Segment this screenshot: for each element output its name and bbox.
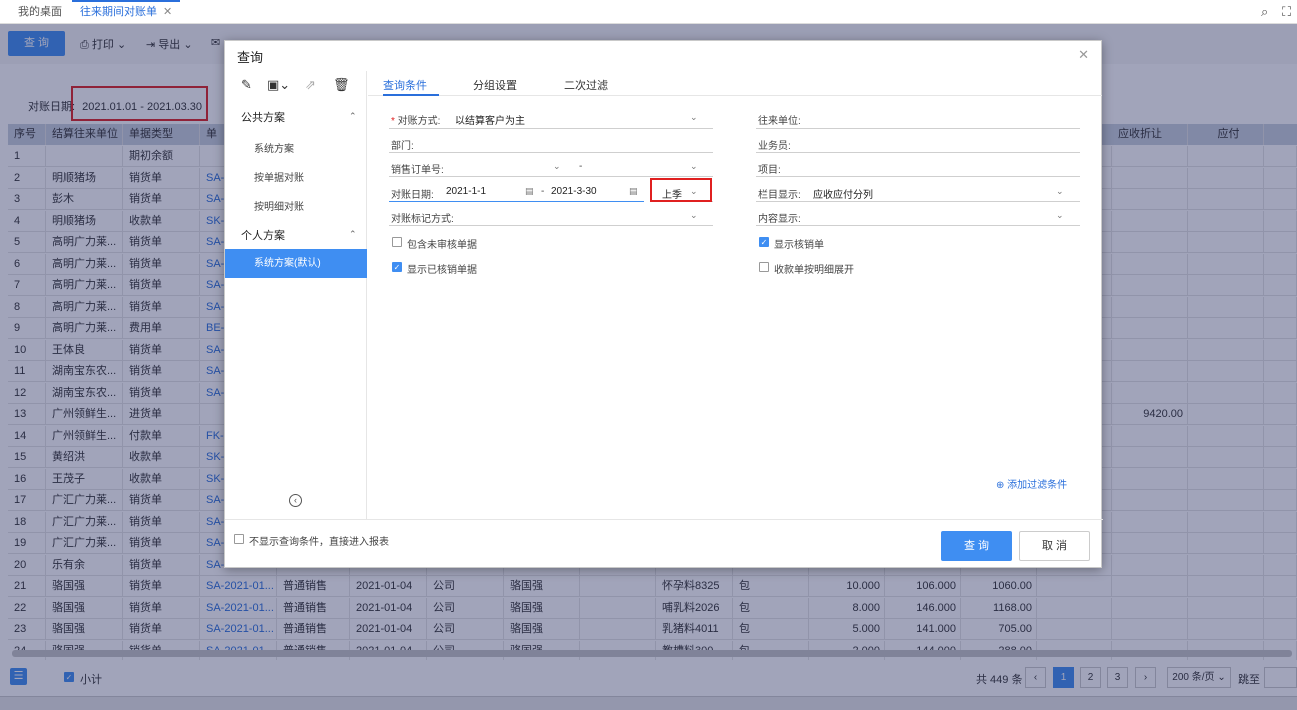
active-tab-underline — [383, 94, 439, 96]
scheme-item-by-document[interactable]: 按单据对账 — [254, 169, 304, 184]
scheme-item-system[interactable]: 系统方案 — [254, 140, 294, 155]
recon-method-underline — [389, 128, 713, 129]
share-icon[interactable]: ⇗ — [305, 77, 316, 93]
collapse-sidebar-icon[interactable]: ‹ — [289, 494, 302, 507]
plus-circle-icon: ⊕ — [996, 480, 1005, 491]
tab-group-settings[interactable]: 分组设置 — [473, 77, 517, 93]
public-scheme-group[interactable]: 公共方案 — [241, 109, 285, 125]
column-display-underline — [756, 201, 1080, 202]
skip-conditions-checkbox[interactable] — [234, 534, 244, 544]
mark-label: 对账标记方式: — [391, 214, 454, 225]
dept-label: 部门: — [391, 141, 414, 152]
order-input[interactable] — [389, 176, 713, 177]
tab-reconciliation-label: 往来期间对账单 — [80, 6, 157, 18]
chevron-down-icon[interactable]: ⌄ — [1056, 186, 1064, 197]
column-display-value[interactable]: 应收应付分列 — [813, 186, 873, 201]
edit-icon[interactable]: ✎ — [241, 77, 252, 93]
show-writtenoff-label: 显示已核销单据 — [407, 265, 477, 276]
chevron-down-icon[interactable]: ⌄ — [690, 112, 698, 123]
tab-secondary-filter[interactable]: 二次过滤 — [564, 77, 608, 93]
dialog-close-icon[interactable]: ✕ — [1078, 47, 1089, 63]
unreviewed-label: 包含未审核单据 — [407, 240, 477, 251]
calendar-icon[interactable]: ▤ — [525, 186, 534, 197]
dialog-tabs: 查询条件 分组设置 二次过滤 — [368, 71, 1102, 96]
content-display-label: 内容显示: — [758, 214, 801, 225]
order-label: 销售订单号: — [391, 165, 444, 176]
show-writeoff-checkbox[interactable]: ✓ — [759, 237, 769, 247]
content-display-input[interactable] — [756, 225, 1080, 226]
date-label: 对账日期: — [391, 190, 434, 201]
cancel-button[interactable]: 取 消 — [1019, 531, 1090, 561]
fullscreen-icon[interactable]: ⛶ — [1282, 4, 1291, 20]
scheme-item-by-detail[interactable]: 按明细对账 — [254, 198, 304, 213]
save-icon[interactable]: ▣⌄ — [267, 77, 290, 93]
top-tab-bar: 我的桌面 往来期间对账单 ✕ ⌕ ⛶ — [0, 0, 1297, 24]
salesman-label: 业务员: — [758, 141, 791, 152]
salesman-input[interactable] — [756, 152, 1080, 153]
order-separator: - — [579, 161, 583, 172]
unit-label: 往来单位: — [758, 116, 801, 127]
show-writtenoff-checkbox[interactable]: ✓ — [392, 262, 402, 272]
query-dialog: 查询 ✕ ✎ ▣⌄ ⇗ 🗑 公共方案 ⌃ 系统方案 按单据对账 按明细对账 个人… — [224, 40, 1103, 569]
scheme-item-default[interactable]: 系统方案(默认) — [225, 249, 367, 278]
receipt-detail-label: 收款单按明细展开 — [774, 265, 854, 276]
query-submit-button[interactable]: 查 询 — [941, 531, 1012, 561]
skip-conditions-label: 不显示查询条件，直接进入报表 — [249, 537, 389, 548]
search-icon[interactable]: ⌕ — [1261, 4, 1268, 20]
add-filter-button[interactable]: ⊕ 添加过滤条件 — [996, 476, 1067, 491]
dialog-footer: 不显示查询条件，直接进入报表 查 询 取 消 — [225, 519, 1103, 569]
add-filter-label: 添加过滤条件 — [1007, 480, 1068, 491]
tab-reconciliation[interactable]: 往来期间对账单 ✕ — [72, 0, 181, 24]
dialog-title: 查询 — [237, 50, 264, 65]
column-display-label: 栏目显示: — [758, 190, 801, 201]
unit-input[interactable] — [756, 128, 1080, 129]
unreviewed-checkbox[interactable] — [392, 237, 402, 247]
mark-input[interactable] — [389, 225, 713, 226]
recon-method-value[interactable]: 以结算客户为主 — [455, 112, 525, 127]
chevron-up-icon[interactable]: ⌃ — [349, 111, 357, 122]
personal-scheme-group[interactable]: 个人方案 — [241, 227, 285, 243]
show-writeoff-label: 显示核销单 — [774, 240, 824, 251]
highlight-period — [650, 178, 712, 202]
scheme-sidebar: ✎ ▣⌄ ⇗ 🗑 公共方案 ⌃ 系统方案 按单据对账 按明细对账 个人方案 ⌃ … — [225, 71, 367, 519]
chevron-down-icon[interactable]: ⌄ — [1056, 210, 1064, 221]
dept-input[interactable] — [389, 152, 713, 153]
project-label: 项目: — [758, 165, 781, 176]
date-to-input[interactable]: 2021-3-30 — [551, 186, 597, 197]
date-from-input[interactable]: 2021-1-1 — [446, 186, 486, 197]
recon-method-label-text: 对账方式: — [397, 116, 441, 127]
chevron-up-icon[interactable]: ⌃ — [349, 229, 357, 240]
calendar-icon[interactable]: ▤ — [629, 186, 638, 197]
close-icon[interactable]: ✕ — [163, 6, 172, 18]
date-separator: - — [541, 186, 545, 197]
chevron-down-icon[interactable]: ⌄ — [553, 161, 561, 172]
receipt-detail-checkbox[interactable] — [759, 262, 769, 272]
date-underline — [389, 201, 644, 202]
chevron-down-icon[interactable]: ⌄ — [690, 210, 698, 221]
chevron-down-icon[interactable]: ⌄ — [690, 161, 698, 172]
recon-method-label: * 对账方式: — [391, 116, 441, 127]
delete-icon[interactable]: 🗑 — [333, 77, 350, 93]
project-input[interactable] — [756, 176, 1080, 177]
tab-query-conditions[interactable]: 查询条件 — [383, 77, 427, 93]
tab-desktop[interactable]: 我的桌面 — [10, 0, 70, 24]
